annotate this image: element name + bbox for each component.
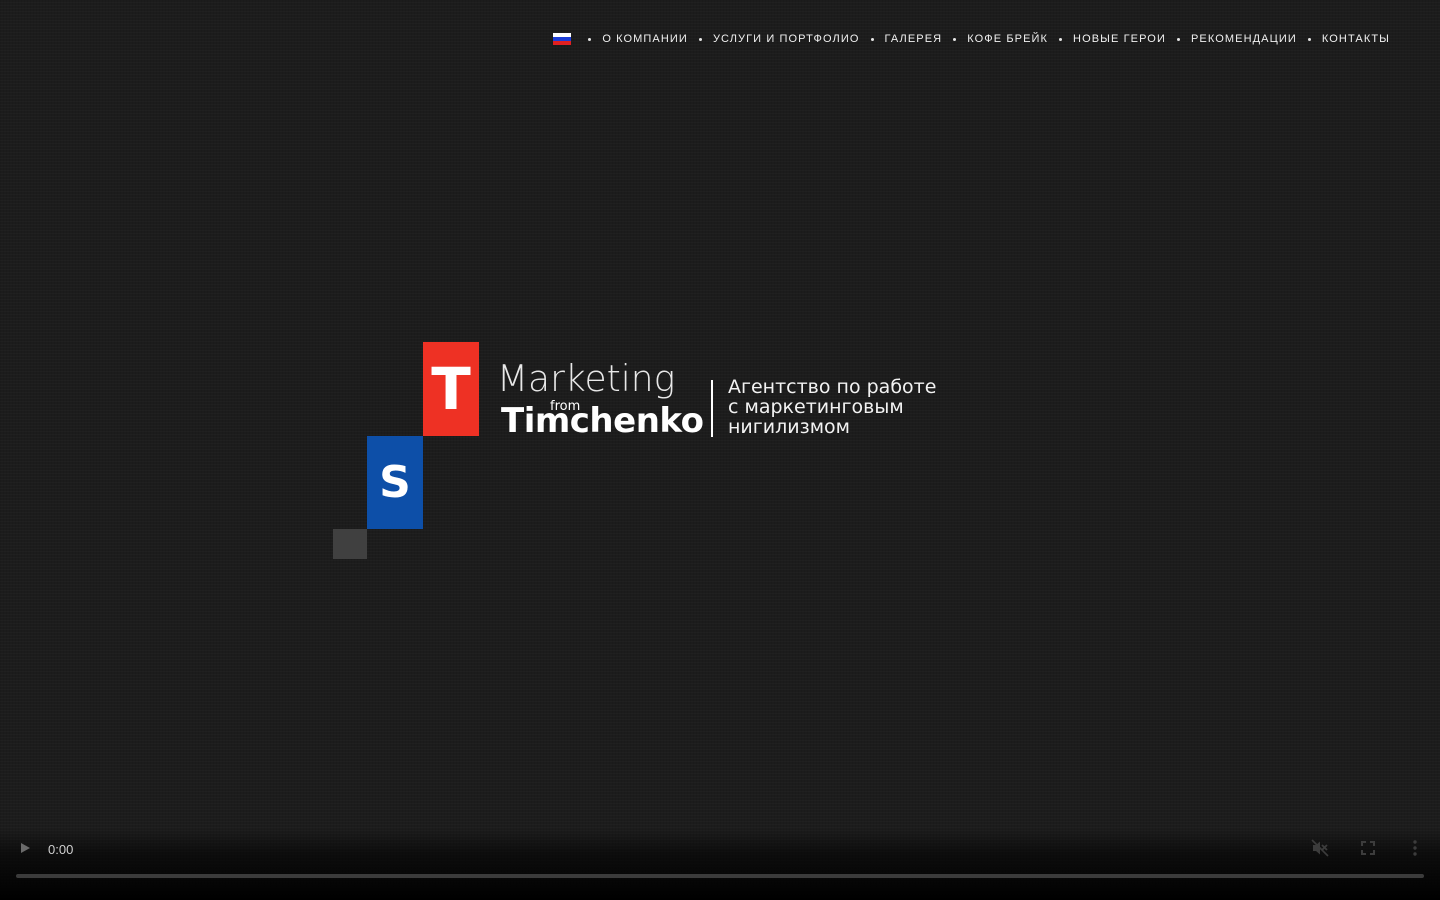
nav-separator-dot xyxy=(1059,37,1063,41)
current-time: 0:00 xyxy=(48,842,74,857)
play-icon[interactable] xyxy=(18,840,32,856)
nav-separator-dot xyxy=(1307,37,1311,41)
tagline-line-1: Агентство по работе xyxy=(728,376,937,398)
muted-speaker-icon[interactable] xyxy=(1310,838,1330,858)
nav-item-services: УСЛУГИ И ПОРТФОЛИО xyxy=(688,33,860,45)
video-progress-bar[interactable] xyxy=(16,874,1424,878)
nav-separator-dot xyxy=(588,37,592,41)
nav-item-contacts: КОНТАКТЫ xyxy=(1297,33,1390,45)
nav-item-new-heroes: НОВЫЕ ГЕРОИ xyxy=(1048,33,1166,45)
logo-block-small xyxy=(333,529,367,559)
nav-link-gallery[interactable]: ГАЛЕРЕЯ xyxy=(885,33,943,45)
brand-logo: T S Marketing from Timchenko Агентство п… xyxy=(333,342,953,562)
nav-item-coffee-break: КОФЕ БРЕЙК xyxy=(942,33,1048,45)
nav-item-about: О КОМПАНИИ xyxy=(577,33,688,45)
more-vertical-icon[interactable] xyxy=(1405,838,1425,858)
nav-separator-dot xyxy=(953,37,957,41)
nav-link-about[interactable]: О КОМПАНИИ xyxy=(602,33,688,45)
nav-separator-dot xyxy=(870,37,874,41)
tagline-line-2: с маркетинговым xyxy=(728,396,904,418)
russian-flag-icon[interactable] xyxy=(553,33,572,45)
nav-link-services-portfolio[interactable]: УСЛУГИ И ПОРТФОЛИО xyxy=(713,33,860,45)
nav-item-recommendations: РЕКОМЕНДАЦИИ xyxy=(1166,33,1297,45)
tagline-line-3: нигилизмом xyxy=(728,416,850,438)
flag-stripe-red xyxy=(553,41,572,45)
logo-word-marketing: Marketing xyxy=(497,358,676,401)
logo-tagline: Агентство по работе с маркетинговым ниги… xyxy=(728,377,936,437)
nav-link-coffee-break[interactable]: КОФЕ БРЕЙК xyxy=(967,33,1048,45)
logo-block-s: S xyxy=(367,436,423,529)
main-navigation: О КОМПАНИИ УСЛУГИ И ПОРТФОЛИО ГАЛЕРЕЯ КО… xyxy=(553,30,1390,48)
nav-link-contacts[interactable]: КОНТАКТЫ xyxy=(1322,33,1390,45)
video-controls: 0:00 xyxy=(0,828,1440,900)
logo-block-t: T xyxy=(423,342,479,436)
nav-link-new-heroes[interactable]: НОВЫЕ ГЕРОИ xyxy=(1073,33,1166,45)
nav-link-recommendations[interactable]: РЕКОМЕНДАЦИИ xyxy=(1191,33,1297,45)
fullscreen-icon[interactable] xyxy=(1358,838,1378,858)
nav-separator-dot xyxy=(1176,37,1180,41)
logo-word-timchenko: Timchenko xyxy=(501,401,704,441)
logo-divider xyxy=(711,380,713,437)
nav-separator-dot xyxy=(698,37,702,41)
nav-item-gallery: ГАЛЕРЕЯ xyxy=(860,33,943,45)
